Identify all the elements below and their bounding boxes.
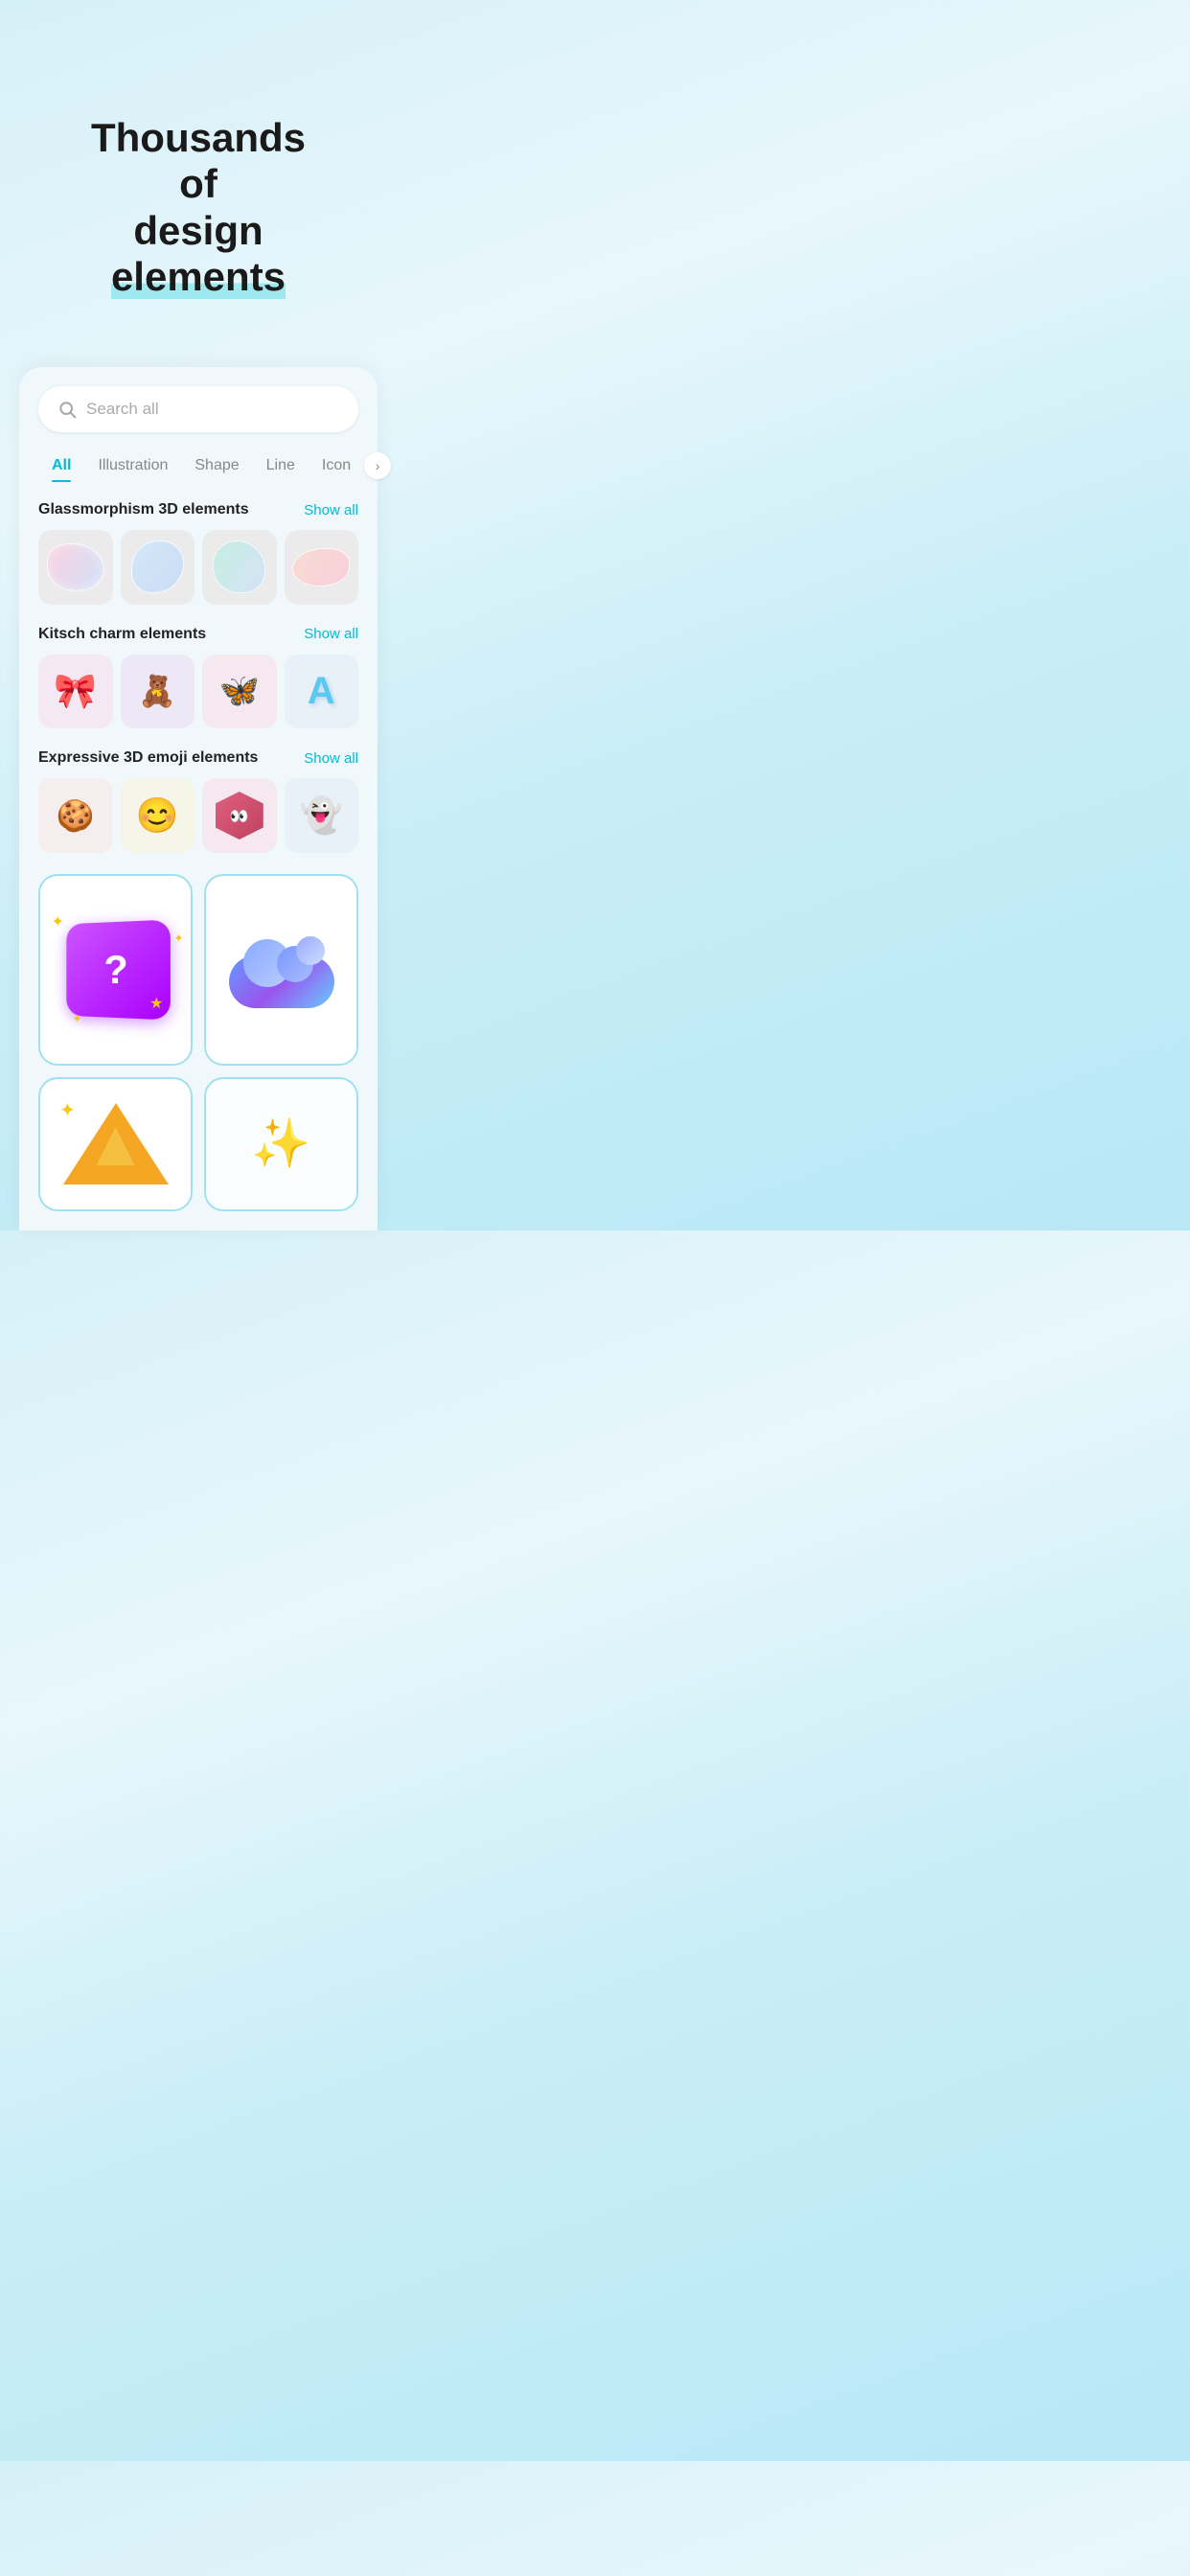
tab-shape[interactable]: Shape: [181, 449, 252, 482]
section-header-kitsch: Kitsch charm elements Show all: [38, 626, 358, 643]
tab-illustration[interactable]: Illustration: [84, 449, 181, 482]
section-emoji: Expressive 3D emoji elements Show all 🍪 …: [38, 749, 358, 853]
letter-a-icon: A: [308, 670, 335, 713]
hero-title-line2: design elements: [111, 208, 286, 299]
emoji-cookie[interactable]: 🍪: [38, 778, 113, 853]
emoji-items: 🍪 😊 👀 👻: [38, 778, 358, 853]
section-title-glassmorphism: Glassmorphism 3D elements: [38, 501, 249, 518]
kitsch-bear[interactable]: 🧸: [121, 655, 195, 729]
question-mark-icon: ?: [103, 946, 127, 993]
tab-icon[interactable]: Icon: [309, 449, 364, 482]
featured-card-cloud[interactable]: [204, 874, 358, 1066]
featured-card-unknown[interactable]: ✨: [204, 1077, 358, 1211]
featured-card-question[interactable]: ? ✦ ✦ ✦ ★: [38, 874, 193, 1066]
hexagon-icon: 👀: [215, 791, 264, 840]
glass-item-1[interactable]: [38, 530, 113, 605]
emoji-smiley[interactable]: 😊: [121, 778, 195, 853]
cookie-icon: 🍪: [57, 797, 95, 834]
sparkle-tl: ✦: [52, 912, 64, 932]
show-all-kitsch[interactable]: Show all: [304, 626, 358, 642]
mountain-shape: [63, 1103, 169, 1184]
glass-item-3[interactable]: [202, 530, 277, 605]
show-all-glassmorphism[interactable]: Show all: [304, 502, 358, 518]
main-card: Search all All Illustration Shape Line I…: [19, 367, 378, 1230]
kitsch-letter-a[interactable]: A: [285, 655, 359, 729]
featured-grid: ? ✦ ✦ ✦ ★ ✦: [38, 874, 358, 1211]
section-header-glassmorphism: Glassmorphism 3D elements Show all: [38, 501, 358, 518]
sparkle-tr: ✦: [173, 932, 183, 945]
show-all-emoji[interactable]: Show all: [304, 750, 358, 767]
kitsch-butterfly[interactable]: 🦋: [202, 655, 277, 729]
emoji-hexagon[interactable]: 👀: [202, 778, 277, 853]
hero-title-highlight: elements: [111, 254, 286, 299]
hero-title: Thousands of design elements: [38, 58, 358, 329]
hero-section: Thousands of design elements: [0, 0, 397, 357]
bow-icon: 🎀: [54, 671, 97, 711]
glassmorphism-items: [38, 530, 358, 605]
sparkle-bl: ✦: [73, 1012, 82, 1025]
butterfly-icon: 🦋: [219, 672, 260, 710]
featured-card-mountain[interactable]: ✦: [38, 1077, 193, 1211]
cloud-shape: [229, 932, 334, 1008]
tab-line[interactable]: Line: [253, 449, 309, 482]
tabs-chevron[interactable]: ›: [364, 452, 391, 479]
section-header-emoji: Expressive 3D emoji elements Show all: [38, 749, 358, 767]
section-kitsch: Kitsch charm elements Show all 🎀 🧸 🦋 A: [38, 626, 358, 729]
kitsch-items: 🎀 🧸 🦋 A: [38, 655, 358, 729]
unknown-icon: ✨: [251, 1116, 310, 1172]
section-title-kitsch: Kitsch charm elements: [38, 626, 206, 643]
sparkle-br: ★: [149, 994, 163, 1013]
glass-item-2[interactable]: [121, 530, 195, 605]
search-bar[interactable]: Search all: [38, 386, 358, 432]
tab-all[interactable]: All: [38, 449, 84, 482]
emoji-ghost[interactable]: 👻: [285, 778, 359, 853]
hero-title-line1: Thousands of: [91, 115, 306, 206]
glass-item-4[interactable]: [285, 530, 359, 605]
section-title-emoji: Expressive 3D emoji elements: [38, 749, 258, 767]
search-icon: [57, 400, 77, 419]
tabs-row: All Illustration Shape Line Icon ›: [38, 449, 358, 482]
section-glassmorphism: Glassmorphism 3D elements Show all: [38, 501, 358, 605]
bear-icon: 🧸: [138, 673, 176, 709]
kitsch-bow[interactable]: 🎀: [38, 655, 113, 729]
smiley-icon: 😊: [136, 795, 179, 836]
search-placeholder: Search all: [86, 400, 159, 419]
ghost-icon: 👻: [300, 795, 343, 836]
